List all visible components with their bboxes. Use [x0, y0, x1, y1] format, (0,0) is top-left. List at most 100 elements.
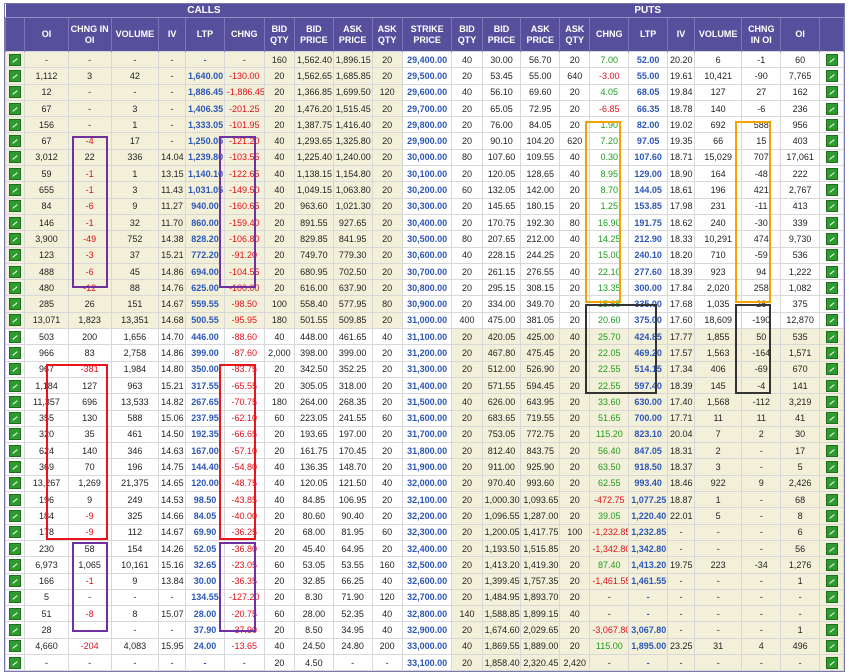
chart-icon[interactable]	[9, 151, 22, 164]
put-cell[interactable]: 153.85	[628, 197, 669, 215]
put-cell[interactable]: 1,342.80	[628, 539, 669, 558]
chart-link[interactable]	[4, 409, 26, 427]
strike-price[interactable]: 30,100.00	[401, 165, 453, 183]
chart-icon[interactable]	[825, 542, 838, 555]
chart-link[interactable]	[819, 376, 844, 395]
chart-link[interactable]	[4, 605, 26, 623]
put-cell[interactable]: 1,461.55	[628, 572, 669, 590]
put-cell[interactable]: 240.10	[628, 246, 669, 264]
chart-icon[interactable]	[9, 428, 22, 441]
chart-link[interactable]	[4, 279, 26, 297]
call-cell[interactable]: 1,250.05	[185, 132, 225, 150]
strike-price[interactable]: 31,100.00	[401, 328, 453, 346]
chart-icon[interactable]	[825, 86, 838, 99]
chart-icon[interactable]	[825, 444, 838, 457]
chart-icon[interactable]	[9, 363, 22, 376]
chart-icon[interactable]	[825, 167, 838, 180]
put-cell[interactable]: 300.00	[628, 279, 669, 297]
chart-icon[interactable]	[825, 412, 838, 425]
chart-icon[interactable]	[825, 314, 838, 327]
chart-icon[interactable]	[825, 265, 838, 278]
chart-link[interactable]	[4, 376, 26, 395]
strike-price[interactable]: 32,400.00	[401, 539, 453, 558]
put-cell[interactable]: -	[628, 605, 669, 623]
call-cell[interactable]: 144.40	[185, 458, 225, 476]
call-cell[interactable]: 940.00	[185, 197, 225, 215]
chart-link[interactable]	[4, 425, 26, 444]
call-cell[interactable]: 267.65	[185, 393, 225, 411]
strike-price[interactable]: 30,300.00	[401, 197, 453, 215]
strike-price[interactable]: 32,000.00	[401, 474, 453, 493]
chart-icon[interactable]	[9, 558, 22, 571]
chart-link[interactable]	[819, 458, 844, 476]
chart-link[interactable]	[4, 637, 26, 655]
call-cell[interactable]: 28.00	[185, 605, 225, 623]
chart-icon[interactable]	[9, 265, 22, 278]
strike-price[interactable]: 29,600.00	[401, 83, 453, 101]
chart-link[interactable]	[4, 295, 26, 313]
put-cell[interactable]: 918.50	[628, 458, 669, 476]
chart-icon[interactable]	[825, 232, 838, 245]
put-cell[interactable]: 82.00	[628, 116, 669, 134]
call-cell[interactable]: 24.00	[185, 637, 225, 655]
call-cell[interactable]: 1,333.05	[185, 116, 225, 134]
put-cell[interactable]: 469.20	[628, 344, 669, 362]
chart-link[interactable]	[4, 197, 26, 215]
chart-link[interactable]	[4, 181, 26, 199]
call-cell[interactable]: 559.55	[185, 295, 225, 313]
put-cell[interactable]: 630.00	[628, 393, 669, 411]
chart-link[interactable]	[4, 491, 26, 509]
strike-price[interactable]: 33,100.00	[401, 653, 453, 672]
chart-link[interactable]	[819, 262, 844, 281]
chart-link[interactable]	[4, 621, 26, 639]
strike-price[interactable]: 32,900.00	[401, 621, 453, 639]
chart-icon[interactable]	[9, 118, 22, 131]
chart-icon[interactable]	[825, 102, 838, 115]
call-cell[interactable]: 37.90	[185, 621, 225, 639]
put-cell[interactable]: 191.75	[628, 213, 669, 232]
chart-link[interactable]	[819, 246, 844, 264]
chart-link[interactable]	[819, 621, 844, 639]
chart-link[interactable]	[819, 311, 844, 330]
strike-price[interactable]: 30,900.00	[401, 295, 453, 313]
strike-price[interactable]: 30,600.00	[401, 246, 453, 264]
chart-link[interactable]	[4, 67, 26, 85]
put-cell[interactable]: 1,077.25	[628, 491, 669, 509]
chart-icon[interactable]	[9, 444, 22, 457]
chart-link[interactable]	[819, 328, 844, 346]
call-cell[interactable]: 1,140.10	[185, 165, 225, 183]
chart-link[interactable]	[4, 311, 26, 330]
chart-icon[interactable]	[9, 656, 22, 669]
strike-price[interactable]: 30,400.00	[401, 213, 453, 232]
chart-link[interactable]	[819, 116, 844, 134]
chart-link[interactable]	[819, 491, 844, 509]
put-cell[interactable]: 277.60	[628, 262, 669, 281]
chart-link[interactable]	[4, 328, 26, 346]
put-cell[interactable]: 1,413.20	[628, 556, 669, 574]
chart-link[interactable]	[4, 653, 26, 672]
chart-link[interactable]	[4, 246, 26, 264]
put-cell[interactable]: 66.35	[628, 99, 669, 118]
put-cell[interactable]: 375.00	[628, 311, 669, 330]
chart-link[interactable]	[4, 556, 26, 574]
chart-icon[interactable]	[825, 493, 838, 506]
chart-link[interactable]	[4, 360, 26, 378]
chart-link[interactable]	[819, 588, 844, 607]
chart-icon[interactable]	[9, 477, 22, 490]
chart-icon[interactable]	[9, 379, 22, 392]
chart-link[interactable]	[4, 393, 26, 411]
call-cell[interactable]: 167.00	[185, 442, 225, 460]
call-cell[interactable]: 120.00	[185, 474, 225, 493]
strike-price[interactable]: 33,000.00	[401, 637, 453, 655]
call-cell[interactable]: 500.55	[185, 311, 225, 330]
put-cell[interactable]: 129.00	[628, 165, 669, 183]
put-cell[interactable]: 597.40	[628, 376, 669, 395]
chart-link[interactable]	[4, 344, 26, 362]
call-cell[interactable]: 1,031.05	[185, 181, 225, 199]
call-cell[interactable]: 1,886.45	[185, 83, 225, 101]
chart-link[interactable]	[4, 99, 26, 118]
put-cell[interactable]: 700.00	[628, 409, 669, 427]
strike-price[interactable]: 31,900.00	[401, 458, 453, 476]
strike-price[interactable]: 31,400.00	[401, 376, 453, 395]
chart-link[interactable]	[819, 523, 844, 541]
